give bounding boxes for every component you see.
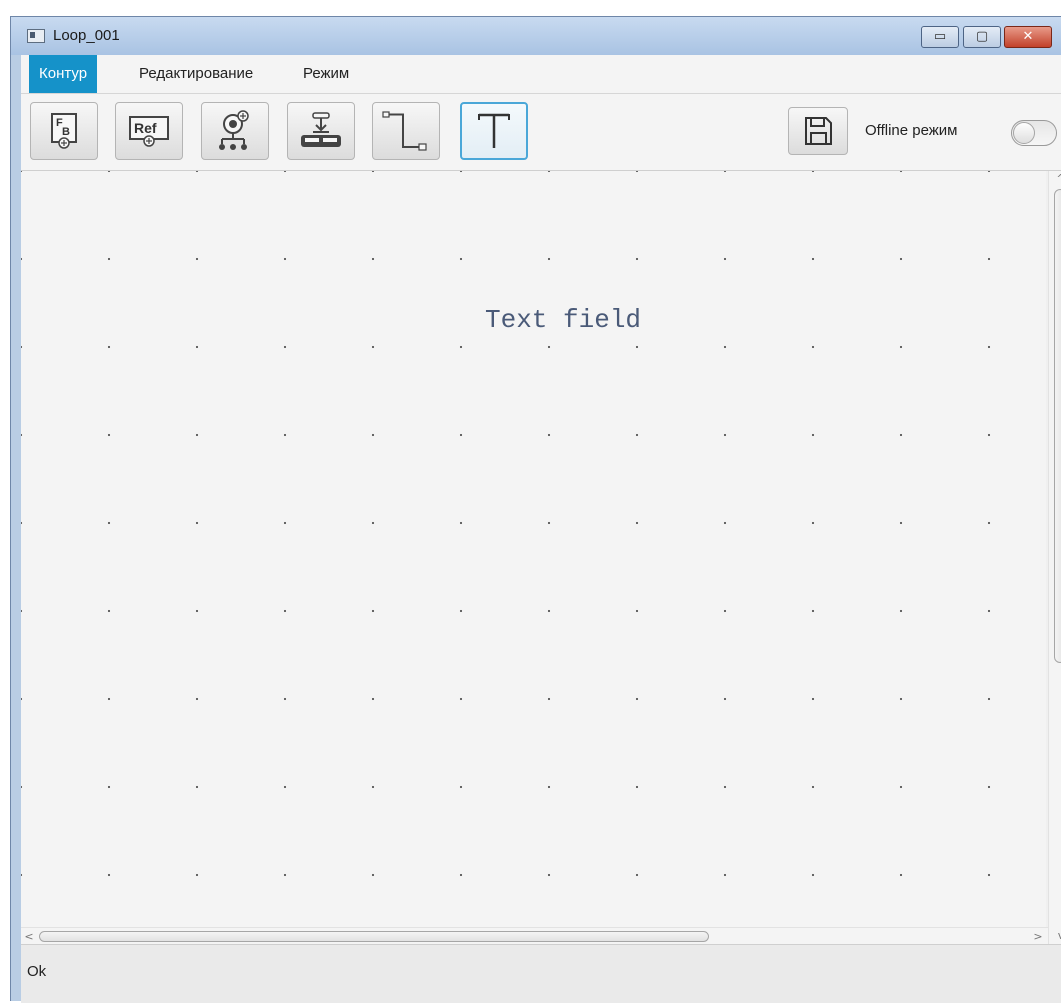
minimize-icon: ▭ <box>933 29 947 44</box>
download-device-icon <box>301 112 341 147</box>
status-bar: Ok <box>21 944 1061 1003</box>
status-text: Ok <box>27 963 47 980</box>
text-tool-icon <box>478 113 510 148</box>
vertical-scrollbar[interactable]: ^ v <box>1048 171 1061 944</box>
maximize-icon: ▢ <box>975 29 989 44</box>
menu-bar: Контур Редактирование Режим <box>21 55 1061 94</box>
menu-kontur[interactable]: Контур <box>29 55 98 93</box>
add-connector-button[interactable] <box>372 102 440 160</box>
toggle-knob <box>1013 122 1035 144</box>
ref-icon: Ref <box>129 116 169 147</box>
horizontal-scrollbar[interactable]: < > <box>21 927 1048 945</box>
save-button[interactable] <box>788 107 848 155</box>
scroll-down-icon[interactable]: v <box>1049 928 1061 944</box>
node-network-icon <box>219 110 249 150</box>
add-ref-button[interactable]: Ref <box>115 102 183 160</box>
save-icon <box>805 117 832 145</box>
toolbar: F B Ref Offline режим <box>21 94 1061 171</box>
app-window: Loop_001 ▭ ▢ ✕ Контур Редактирование Реж… <box>10 16 1061 1003</box>
fb-icon: F B <box>51 113 77 149</box>
scroll-left-icon[interactable]: < <box>21 928 37 945</box>
window-title: Loop_001 <box>53 27 120 44</box>
drawing-canvas[interactable]: Text field <box>21 171 1046 927</box>
add-fb-button[interactable]: F B <box>30 102 98 160</box>
canvas-text-field[interactable]: Text field <box>485 305 641 335</box>
add-node-network-button[interactable] <box>201 102 269 160</box>
offline-mode-label: Offline режим <box>865 122 958 139</box>
svg-text:B: B <box>62 126 70 138</box>
menu-rezhim[interactable]: Режим <box>293 55 359 93</box>
connector-line-icon <box>382 111 427 151</box>
scroll-up-icon[interactable]: ^ <box>1049 171 1061 187</box>
close-icon: ✕ <box>1022 29 1034 44</box>
client-area: Контур Редактирование Режим F B Ref Offl… <box>21 55 1061 1003</box>
add-device-button[interactable] <box>287 102 355 160</box>
minimize-button[interactable]: ▭ <box>921 26 959 48</box>
horizontal-scroll-thumb[interactable] <box>39 931 709 942</box>
offline-mode-toggle[interactable] <box>1011 120 1057 146</box>
svg-text:Ref: Ref <box>134 120 157 136</box>
scroll-right-icon[interactable]: > <box>1030 928 1046 945</box>
vertical-scroll-thumb[interactable] <box>1054 189 1061 663</box>
add-text-button[interactable] <box>460 102 528 160</box>
app-icon <box>27 29 45 43</box>
maximize-button[interactable]: ▢ <box>963 26 1001 48</box>
close-button[interactable]: ✕ <box>1004 26 1052 48</box>
title-bar[interactable]: Loop_001 ▭ ▢ ✕ <box>11 17 1061 55</box>
menu-redaktirovanie[interactable]: Редактирование <box>129 55 263 93</box>
